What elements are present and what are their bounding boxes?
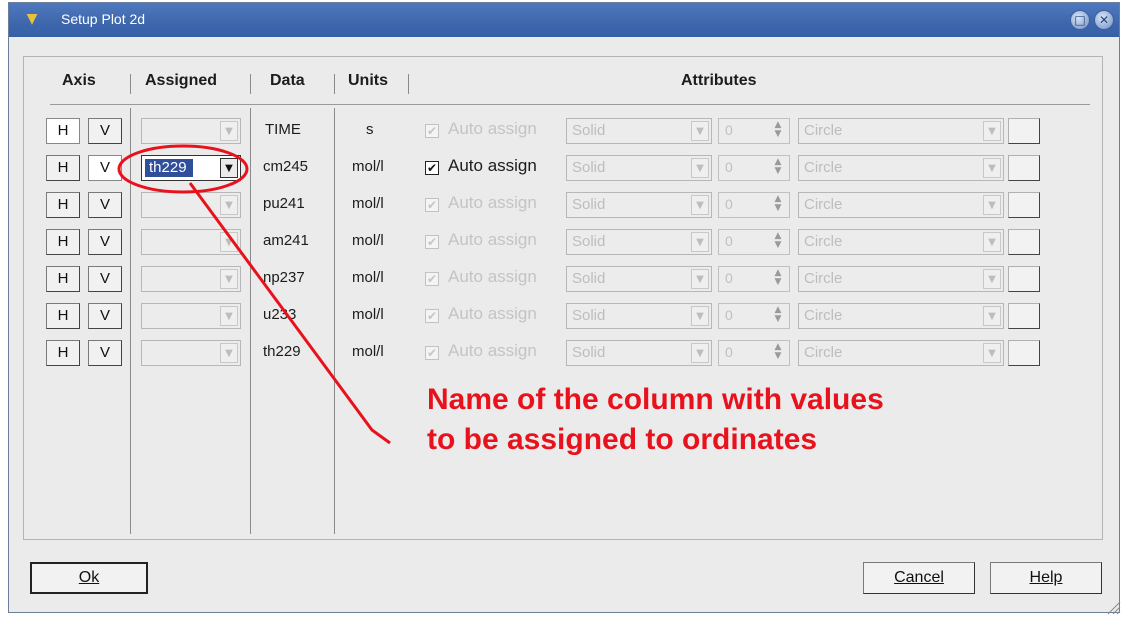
annotation-text: Name of the column with values to be ass… xyxy=(427,380,1047,460)
annotation-callout xyxy=(117,144,391,445)
help-button[interactable]: Help xyxy=(990,562,1102,594)
cancel-label: Cancel xyxy=(894,569,944,586)
annotation-line-2: to be assigned to ordinates xyxy=(427,423,818,456)
ok-button[interactable]: Ok xyxy=(30,562,148,594)
cancel-button[interactable]: Cancel xyxy=(863,562,975,594)
annotation-line-1: Name of the column with values xyxy=(427,383,884,416)
callout-line xyxy=(188,182,391,445)
ok-label: Ok xyxy=(78,569,100,586)
help-label: Help xyxy=(1029,569,1063,586)
resize-grip-icon[interactable] xyxy=(1105,599,1121,615)
highlight-ellipse xyxy=(117,144,249,194)
